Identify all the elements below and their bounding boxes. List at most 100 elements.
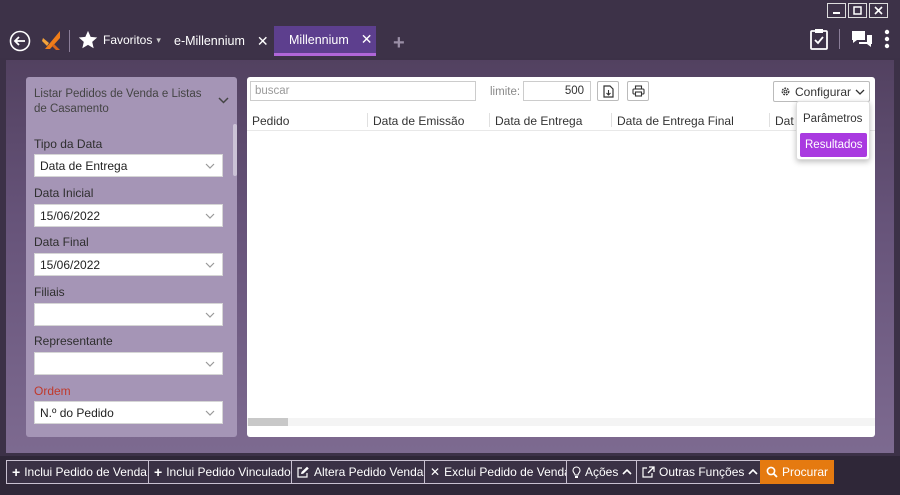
button-label: Procurar <box>782 465 829 479</box>
minimize-button[interactable] <box>827 3 846 18</box>
scrollbar-thumb[interactable] <box>248 418 288 426</box>
date-type-label: Tipo da Data <box>34 137 103 151</box>
end-date-value: 15/06/2022 <box>40 257 101 272</box>
maximize-icon <box>853 6 862 15</box>
chevron-up-icon <box>748 469 758 475</box>
order-label: Ordem <box>34 384 71 398</box>
column-header-entrega[interactable]: Data de Entrega <box>495 114 582 128</box>
chevron-down-icon <box>205 312 215 318</box>
representative-label: Representante <box>34 334 113 348</box>
menu-item-parameters[interactable]: Parâmetros <box>803 113 862 125</box>
chevron-down-icon <box>205 410 215 416</box>
configure-label: Configurar <box>795 84 852 99</box>
button-label: Exclui Pedido de Venda <box>444 465 571 479</box>
export-file-icon <box>602 84 614 98</box>
chevron-down-icon: ▾ <box>156 34 161 45</box>
tab-label: e-Millennium <box>174 34 245 48</box>
title-bar: Favoritos ▾ e-Millennium ✕ Millennium ✕ … <box>0 0 900 58</box>
order-value: N.º do Pedido <box>40 405 114 420</box>
representative-select[interactable] <box>34 352 223 375</box>
back-arrow-icon[interactable] <box>9 30 31 52</box>
search-input[interactable] <box>250 81 476 101</box>
results-grid[interactable] <box>247 132 875 416</box>
branches-label: Filiais <box>34 285 65 299</box>
limit-input[interactable]: 500 <box>523 81 591 101</box>
star-icon <box>78 30 98 49</box>
column-divider[interactable] <box>611 113 612 127</box>
button-label: Inclui Pedido Vinculado <box>166 465 291 479</box>
gear-icon <box>781 87 790 96</box>
horizontal-scrollbar[interactable] <box>247 418 875 426</box>
header-divider <box>839 29 840 49</box>
plus-icon: + <box>154 464 163 480</box>
close-tab-icon[interactable]: ✕ <box>361 31 373 48</box>
header-divider <box>69 30 70 52</box>
delete-sales-order-button[interactable]: ✕ Exclui Pedido de Venda <box>424 460 577 484</box>
button-label: Inclui Pedido de Venda <box>24 465 147 479</box>
millennium-logo-icon[interactable] <box>40 30 64 52</box>
close-icon <box>874 6 883 15</box>
favorites-menu[interactable]: Favoritos ▾ <box>77 29 161 51</box>
edit-sales-order-button[interactable]: Altera Pedido Venda <box>291 460 430 484</box>
external-link-icon <box>642 466 655 478</box>
column-header-entrega-final[interactable]: Data de Entrega Final <box>617 114 734 128</box>
add-sales-order-button[interactable]: + Inclui Pedido de Venda <box>6 460 153 484</box>
search-icon <box>766 466 778 478</box>
chevron-down-icon <box>205 163 215 169</box>
lightbulb-icon <box>572 465 581 478</box>
filter-panel-title: Listar Pedidos de Venda e Listas de Casa… <box>34 88 202 115</box>
chevron-down-icon[interactable] <box>218 97 229 104</box>
search-button[interactable]: Procurar <box>760 460 835 484</box>
date-type-select[interactable]: Data de Entrega <box>34 154 223 177</box>
maximize-button[interactable] <box>848 3 867 18</box>
column-divider[interactable] <box>489 113 490 127</box>
close-window-button[interactable] <box>869 3 888 18</box>
end-date-field[interactable]: 15/06/2022 <box>34 253 223 276</box>
export-button[interactable] <box>597 81 619 101</box>
limit-label: limite: <box>490 86 521 98</box>
plus-icon: + <box>12 464 21 480</box>
favorites-label: Favoritos <box>103 33 153 47</box>
header-tools <box>809 28 890 50</box>
action-toolbar: + Inclui Pedido de Venda + Inclui Pedido… <box>0 456 900 495</box>
column-divider[interactable] <box>769 113 770 127</box>
button-label: Altera Pedido Venda <box>314 465 424 479</box>
tab-label: Millennium <box>289 32 349 47</box>
tab-millennium[interactable]: Millennium ✕ <box>274 26 376 56</box>
filter-panel: Listar Pedidos de Venda e Listas de Casa… <box>26 77 237 437</box>
more-vertical-icon[interactable] <box>884 29 890 49</box>
button-label: Ações <box>585 465 619 479</box>
panel-scrollbar[interactable] <box>233 124 237 176</box>
start-date-field[interactable]: 15/06/2022 <box>34 204 223 227</box>
column-divider[interactable] <box>367 113 368 127</box>
chat-icon[interactable] <box>850 29 874 49</box>
chevron-up-icon <box>622 469 632 475</box>
other-functions-button[interactable]: Outras Funções <box>636 460 765 484</box>
branches-select[interactable] <box>34 303 223 326</box>
actions-button[interactable]: Ações <box>566 460 639 484</box>
printer-icon <box>631 85 645 97</box>
add-tab-icon[interactable]: + <box>393 33 405 53</box>
configure-button[interactable]: Configurar <box>773 81 870 102</box>
chevron-down-icon <box>205 213 215 219</box>
close-icon: ✕ <box>430 465 441 479</box>
column-header-truncated[interactable]: Dat <box>775 114 794 128</box>
column-header-pedido[interactable]: Pedido <box>252 114 289 128</box>
start-date-label: Data Inicial <box>34 186 94 200</box>
clipboard-check-icon[interactable] <box>809 28 829 50</box>
close-tab-icon[interactable]: ✕ <box>257 33 269 50</box>
chevron-down-icon <box>205 262 215 268</box>
column-header-emissao[interactable]: Data de Emissão <box>373 114 464 128</box>
start-date-value: 15/06/2022 <box>40 208 101 223</box>
print-button[interactable] <box>627 81 649 101</box>
results-panel: limite: 500 Configurar Pedido Data de Em… <box>247 77 875 437</box>
tab-e-millennium[interactable]: e-Millennium ✕ <box>166 26 277 56</box>
button-label: Outras Funções <box>659 465 745 479</box>
window-controls <box>827 3 888 18</box>
configure-menu: Parâmetros Resultados <box>796 101 870 160</box>
date-type-value: Data de Entrega <box>40 158 128 173</box>
add-linked-order-button[interactable]: + Inclui Pedido Vinculado <box>148 460 297 484</box>
chevron-down-icon <box>205 361 215 367</box>
menu-item-results[interactable]: Resultados <box>800 133 867 157</box>
order-select[interactable]: N.º do Pedido <box>34 401 223 424</box>
